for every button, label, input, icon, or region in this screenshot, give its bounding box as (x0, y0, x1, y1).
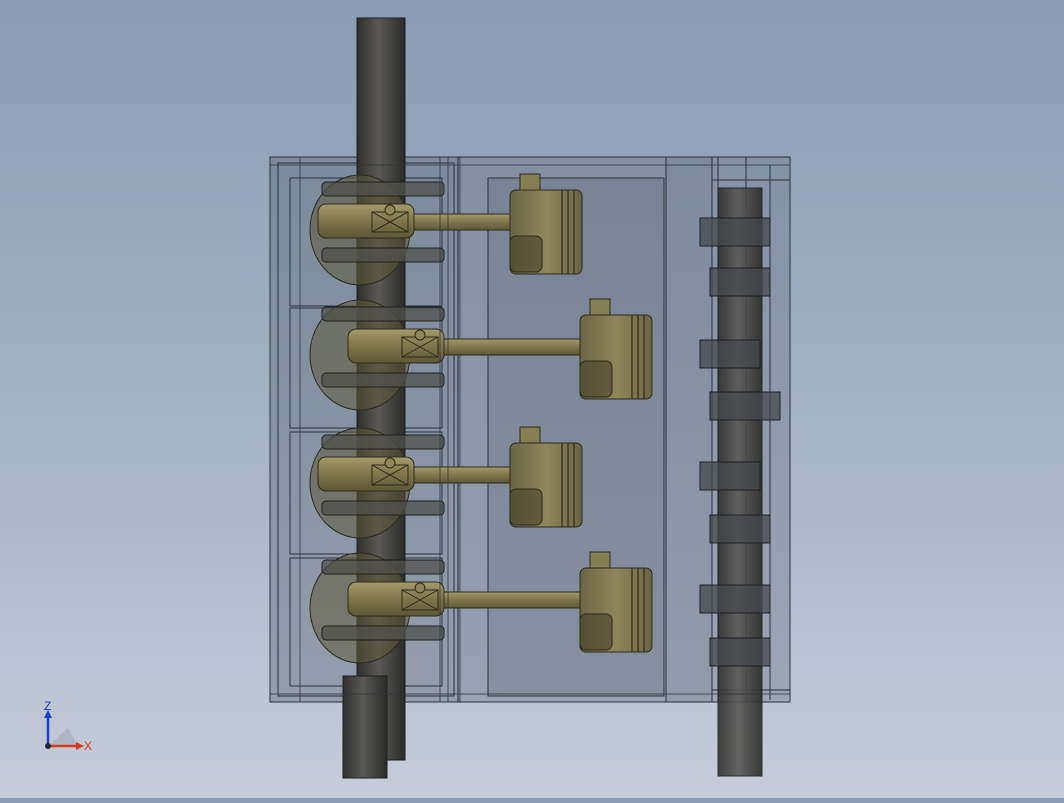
crank-web-lower (321, 247, 445, 263)
piston-pin-boss (519, 173, 541, 191)
cam-lobe-2 (709, 267, 771, 297)
crank-web-upper (321, 559, 445, 575)
rod-big-end (347, 581, 445, 617)
rod-big-end (317, 456, 415, 492)
triad-origin-icon (45, 743, 51, 749)
crank-web-upper (321, 434, 445, 450)
connecting-rod (443, 591, 581, 609)
rod-bolt (414, 582, 426, 594)
connecting-rod (443, 338, 581, 356)
x-axis-label: X (84, 739, 92, 753)
cam-lobe-7 (699, 584, 771, 614)
crank-web-lower (321, 500, 445, 516)
piston-skirt (509, 235, 543, 273)
rod-bolt (384, 457, 396, 469)
piston-pin-boss (519, 426, 541, 444)
crank-web-lower (321, 625, 445, 641)
piston-pin-boss (589, 551, 611, 569)
cam-lobe-8 (709, 637, 771, 667)
cam-lobe-1 (699, 217, 771, 247)
piston-pin-boss (589, 298, 611, 316)
piston-skirt (579, 360, 613, 398)
crank-web-lower (321, 372, 445, 388)
connecting-rod (413, 213, 511, 231)
piston-skirt (509, 488, 543, 526)
crank-web-upper (321, 306, 445, 322)
view-plane-icon (48, 728, 78, 746)
x-axis-arrow-icon (76, 742, 84, 750)
piston-skirt (579, 613, 613, 651)
crank-web-upper (321, 181, 445, 197)
cam-lobe-3 (699, 339, 761, 369)
rod-bolt (414, 329, 426, 341)
cam-lobe-6 (709, 514, 771, 544)
rod-big-end (347, 328, 445, 364)
graphics-viewport[interactable]: Z X (0, 0, 1064, 798)
rod-bolt (384, 204, 396, 216)
coordinate-triad: Z X (38, 698, 98, 758)
engine-model[interactable] (0, 0, 1064, 798)
z-axis-label: Z (44, 699, 51, 713)
rod-big-end (317, 203, 415, 239)
cam-lobe-5 (699, 461, 761, 491)
connecting-rod (413, 466, 511, 484)
cam-lobe-4 (709, 391, 781, 421)
